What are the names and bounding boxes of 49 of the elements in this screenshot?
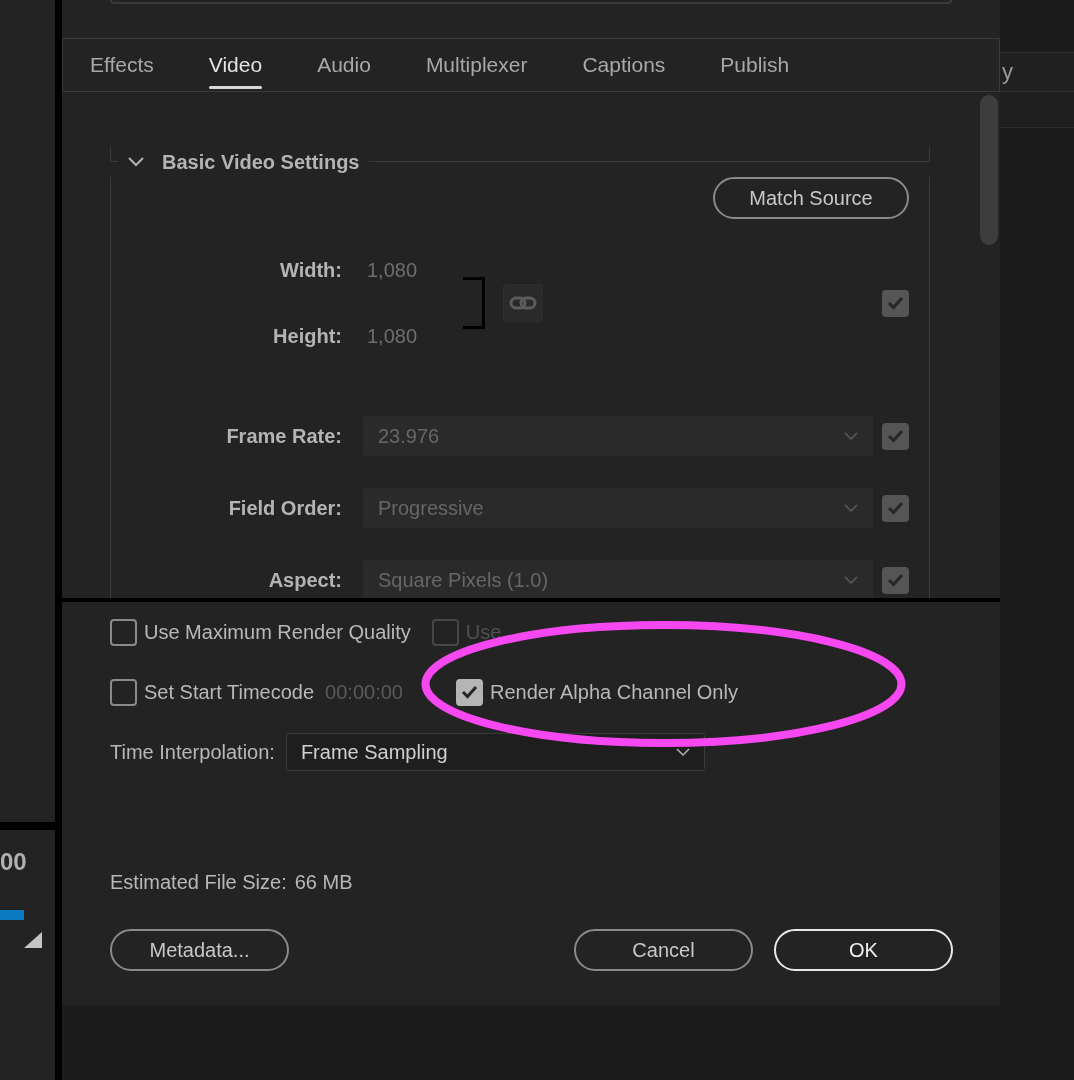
chevron-down-icon bbox=[675, 748, 690, 756]
section-title: Basic Video Settings bbox=[162, 150, 360, 175]
link-icon[interactable] bbox=[503, 284, 543, 322]
checkbox[interactable] bbox=[110, 618, 137, 646]
option-label: Set Start Timecode bbox=[144, 680, 315, 705]
corner-handle-icon[interactable] bbox=[24, 932, 42, 948]
match-source-button[interactable]: Match Source bbox=[713, 177, 909, 219]
field-label: Aspect: bbox=[267, 568, 342, 593]
dropdown: Square Pixels (1.0) bbox=[363, 560, 873, 598]
dropdown: Progressive bbox=[363, 488, 873, 528]
tab[interactable]: Multiplexer bbox=[425, 39, 528, 91]
dialog-button[interactable]: Metadata... bbox=[110, 929, 289, 971]
check-icon bbox=[887, 501, 904, 515]
bracket-line bbox=[463, 277, 485, 329]
chevron-down-icon bbox=[844, 576, 858, 584]
scrollbar-thumb[interactable] bbox=[980, 95, 998, 245]
option-label: Use Maximum Render Quality bbox=[144, 620, 411, 645]
field-label: Width: bbox=[279, 258, 342, 283]
chevron-down-icon bbox=[844, 504, 858, 512]
dialog-button[interactable]: Cancel bbox=[574, 929, 753, 971]
check-icon bbox=[887, 296, 904, 310]
estimate-value: 66 MB bbox=[294, 870, 353, 895]
check-icon bbox=[887, 429, 904, 443]
value-text: 1,080 bbox=[367, 258, 419, 283]
tab[interactable]: Audio bbox=[317, 39, 371, 91]
field-label: Frame Rate: bbox=[225, 424, 342, 449]
tab[interactable]: Publish bbox=[720, 39, 790, 91]
estimate-label: Estimated File Size: bbox=[110, 870, 287, 895]
marker-strip bbox=[0, 910, 24, 920]
tab[interactable]: Captions bbox=[582, 39, 666, 91]
timecode-text: 00 bbox=[0, 850, 28, 874]
tab[interactable]: Video bbox=[208, 39, 263, 91]
chevron-down-icon bbox=[844, 432, 858, 440]
panel-tab[interactable]: y bbox=[1000, 52, 1074, 92]
option-label: Render Alpha Channel Only bbox=[489, 680, 738, 705]
check-icon bbox=[887, 573, 904, 587]
tab[interactable]: Effects bbox=[90, 39, 154, 91]
checkbox[interactable] bbox=[455, 678, 483, 706]
value-text: 1,080 bbox=[367, 324, 419, 349]
dropdown[interactable]: Frame Sampling bbox=[285, 733, 705, 771]
chevron-down-icon[interactable] bbox=[128, 157, 144, 167]
checkbox[interactable] bbox=[882, 289, 909, 317]
field-label: Field Order: bbox=[227, 496, 342, 521]
dropdown: 23.976 bbox=[363, 416, 873, 456]
field-label: Height: bbox=[272, 324, 342, 349]
check-icon bbox=[460, 685, 478, 699]
dialog-button[interactable]: OK bbox=[774, 929, 953, 971]
field-label: Time Interpolation: bbox=[110, 740, 275, 765]
checkbox[interactable] bbox=[110, 678, 137, 706]
